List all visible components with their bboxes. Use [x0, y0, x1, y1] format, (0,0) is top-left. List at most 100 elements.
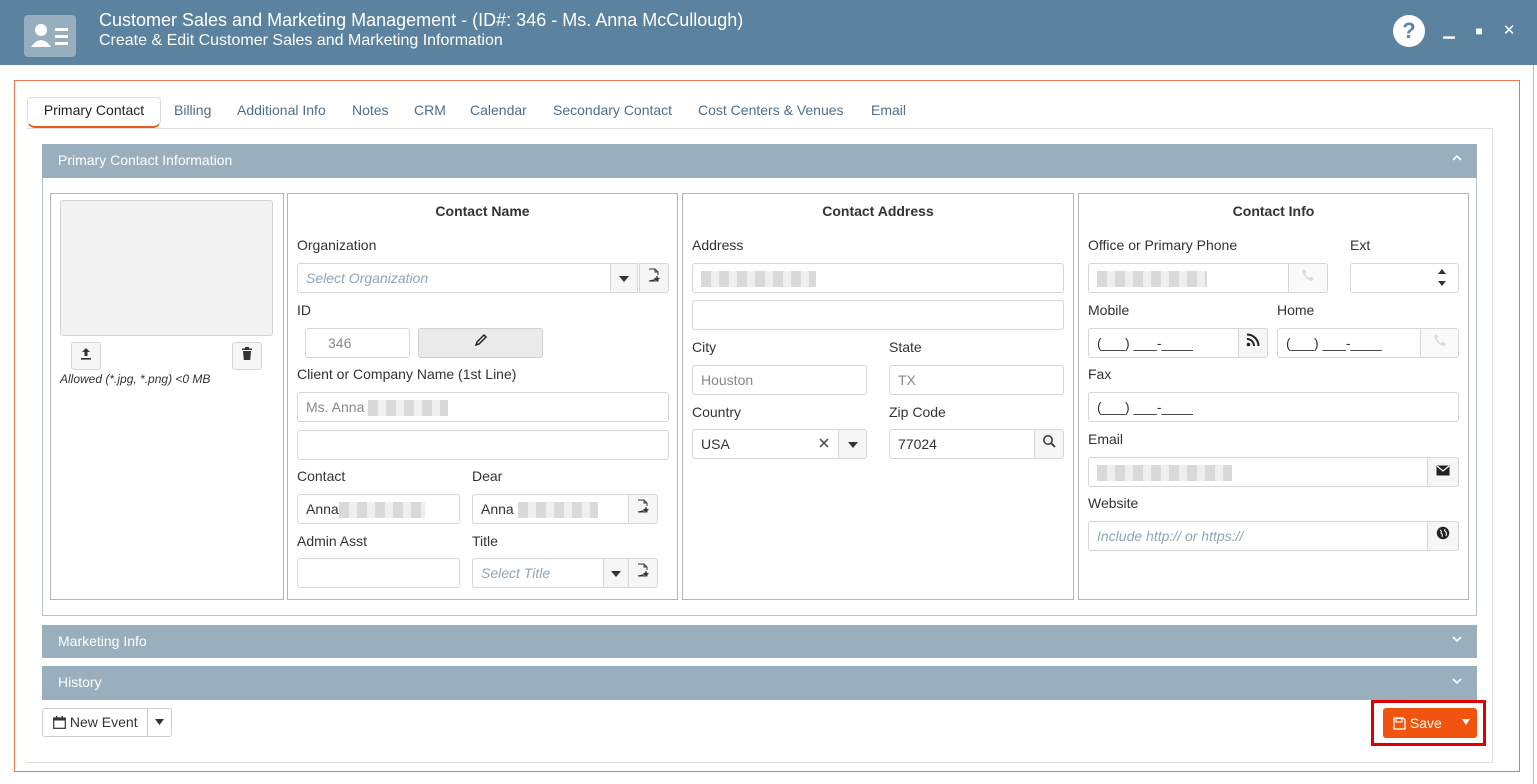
- contact-field[interactable]: Anna: [297, 494, 460, 524]
- scrollbar[interactable]: [1533, 65, 1534, 784]
- company-name-field[interactable]: Ms. Anna: [297, 392, 669, 422]
- open-website-button[interactable]: [1427, 521, 1459, 551]
- chevron-up-icon[interactable]: [1451, 144, 1463, 176]
- chevron-down-icon[interactable]: [1451, 625, 1463, 657]
- tab-calendar[interactable]: Calendar: [470, 98, 527, 128]
- zip-lookup-button[interactable]: [1034, 429, 1064, 459]
- country-select[interactable]: USA: [692, 429, 839, 459]
- organization-label: Organization: [297, 237, 377, 253]
- mobile-label: Mobile: [1088, 302, 1130, 318]
- minimize-button[interactable]: ▁: [1440, 20, 1458, 42]
- tab-strip-border: [27, 128, 1493, 129]
- contact-card-icon: [24, 15, 76, 57]
- dear-generate-button[interactable]: [628, 494, 658, 524]
- mobile-sms-button[interactable]: [1238, 328, 1268, 358]
- envelope-icon: [1436, 465, 1450, 476]
- new-organization-button[interactable]: [639, 263, 669, 293]
- new-event-dropdown-toggle[interactable]: [147, 708, 172, 737]
- address-line1-field[interactable]: [692, 263, 1064, 293]
- send-email-button[interactable]: [1427, 457, 1459, 487]
- chevron-down-icon[interactable]: [1451, 666, 1463, 699]
- organization-select[interactable]: Select Organization: [297, 263, 611, 293]
- tab-additional-info[interactable]: Additional Info: [237, 98, 326, 128]
- dear-label: Dear: [472, 468, 503, 484]
- caret-down-icon: [619, 276, 629, 282]
- company-name-line2-field[interactable]: [297, 430, 669, 460]
- tab-email[interactable]: Email: [871, 98, 906, 128]
- office-phone-label: Office or Primary Phone: [1088, 237, 1238, 253]
- caret-down-icon: [611, 571, 621, 577]
- globe-icon: [1436, 526, 1450, 540]
- organization-dropdown-toggle[interactable]: [610, 263, 638, 293]
- ext-label: Ext: [1350, 237, 1371, 253]
- tab-cost-centers-venues[interactable]: Cost Centers & Venues: [698, 98, 844, 128]
- office-phone-field[interactable]: [1088, 263, 1289, 293]
- close-button[interactable]: ✕: [1500, 20, 1518, 42]
- new-document-icon: [648, 268, 660, 282]
- rss-icon: [1246, 333, 1260, 347]
- ext-stepper[interactable]: [1437, 266, 1451, 290]
- caret-down-icon: [847, 442, 858, 448]
- calendar-icon: [53, 716, 66, 729]
- delete-photo-button[interactable]: [232, 342, 262, 370]
- help-button[interactable]: ?: [1393, 15, 1425, 47]
- tab-billing[interactable]: Billing: [174, 98, 211, 128]
- redacted-text: [701, 271, 816, 288]
- state-field[interactable]: TX: [889, 365, 1064, 395]
- new-event-button[interactable]: New Event: [42, 708, 148, 737]
- contact-photo[interactable]: [60, 200, 273, 336]
- admin-asst-label: Admin Asst: [297, 533, 368, 549]
- zip-field[interactable]: 77024: [889, 429, 1035, 459]
- dear-field[interactable]: Anna: [472, 494, 629, 524]
- home-label: Home: [1277, 302, 1315, 318]
- admin-asst-field[interactable]: [297, 558, 460, 588]
- phone-icon: [1302, 269, 1314, 281]
- contact-address-heading: Contact Address: [822, 203, 934, 219]
- contact-info-heading: Contact Info: [1232, 203, 1315, 219]
- tab-primary-contact[interactable]: Primary Contact: [27, 97, 161, 128]
- country-label: Country: [692, 404, 742, 420]
- website-field[interactable]: Include http:// or https://: [1088, 521, 1428, 551]
- call-office-button[interactable]: [1288, 263, 1328, 293]
- email-field[interactable]: [1088, 457, 1428, 487]
- tab-content-border: [27, 762, 1493, 763]
- country-dropdown-toggle[interactable]: [838, 429, 867, 459]
- city-field[interactable]: Houston: [692, 365, 867, 395]
- tab-content-border: [1492, 128, 1493, 763]
- floppy-disk-icon: [1393, 717, 1406, 730]
- id-label: ID: [297, 302, 311, 318]
- tab-notes[interactable]: Notes: [352, 98, 389, 128]
- address-label: Address: [692, 237, 744, 253]
- upload-photo-button[interactable]: [71, 342, 101, 370]
- redacted-text: [1097, 465, 1232, 482]
- new-title-button[interactable]: [628, 558, 658, 588]
- history-panel-header[interactable]: History: [42, 666, 1477, 700]
- stepper-arrows-icon: [1438, 269, 1446, 286]
- save-dropdown-toggle[interactable]: [1456, 708, 1476, 738]
- redacted-text: [517, 502, 598, 519]
- new-document-icon: [637, 563, 649, 577]
- redacted-text: [368, 400, 449, 417]
- title-dropdown-toggle[interactable]: [603, 558, 629, 588]
- mobile-field[interactable]: (___) ___-____: [1088, 328, 1239, 358]
- tab-secondary-contact[interactable]: Secondary Contact: [553, 98, 672, 128]
- trash-icon: [242, 347, 252, 360]
- state-label: State: [889, 339, 922, 355]
- marketing-info-panel-header[interactable]: Marketing Info: [42, 625, 1477, 658]
- home-phone-field[interactable]: (___) ___-____: [1277, 328, 1421, 358]
- zip-label: Zip Code: [889, 404, 946, 420]
- address-line2-field[interactable]: [692, 300, 1064, 330]
- caret-down-icon: [155, 719, 164, 725]
- window-title: Customer Sales and Marketing Management …: [99, 10, 744, 30]
- maximize-button[interactable]: ■: [1470, 20, 1488, 42]
- allowed-file-types: Allowed (*.jpg, *.png) <0 MB: [60, 372, 211, 386]
- tab-crm[interactable]: CRM: [414, 98, 446, 128]
- caret-down-icon: [1462, 719, 1470, 725]
- primary-contact-panel-header[interactable]: Primary Contact Information: [42, 144, 1477, 178]
- call-home-button[interactable]: [1420, 328, 1459, 358]
- title-select[interactable]: Select Title: [472, 558, 604, 588]
- fax-field[interactable]: (___) ___-____: [1088, 392, 1459, 422]
- clear-country-icon[interactable]: [818, 436, 832, 452]
- city-label: City: [692, 339, 717, 355]
- edit-id-button[interactable]: [418, 328, 543, 358]
